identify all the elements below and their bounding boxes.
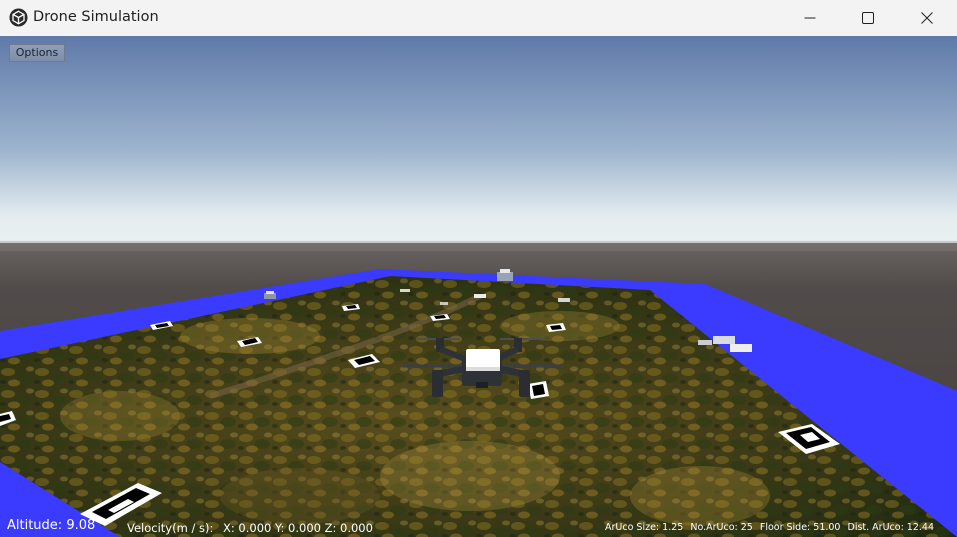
- velocity-readout: Velocity(m / s): X: 0.000 Y: 0.000 Z: 0.…: [127, 521, 373, 535]
- altitude-readout: Altitude: 9.08: [7, 518, 96, 533]
- maximize-icon: [862, 12, 874, 24]
- close-button[interactable]: [904, 0, 950, 36]
- aruco-size-readout: ArUco Size: 1.25: [605, 522, 684, 533]
- window-title: Drone Simulation: [33, 9, 159, 25]
- maximize-button[interactable]: [845, 0, 891, 36]
- minimize-button[interactable]: [787, 0, 833, 36]
- velocity-x: X: 0.000: [223, 521, 272, 535]
- floor-side-readout: Floor Side: 51.00: [759, 522, 841, 533]
- close-icon: [921, 12, 933, 24]
- options-button[interactable]: Options: [9, 44, 65, 62]
- simulation-viewport[interactable]: Options Altitude: 9.08 Velocity(m / s): …: [0, 36, 957, 537]
- aruco-distance-readout: Dist. ArUco: 12.44: [847, 522, 934, 533]
- velocity-z: Z: 0.000: [324, 521, 373, 535]
- window-titlebar[interactable]: Drone Simulation: [0, 0, 957, 36]
- sky: [0, 36, 957, 248]
- aruco-marker: [528, 381, 549, 399]
- simulation-stats: ArUco Size: 1.25 No.ArUco: 25 Floor Side…: [605, 522, 934, 533]
- velocity-y: Y: 0.000: [275, 521, 321, 535]
- unity-cube-icon: [9, 8, 28, 27]
- velocity-label: Velocity(m / s):: [127, 521, 214, 535]
- minimize-icon: [804, 17, 816, 19]
- simulation-scene: [0, 36, 957, 537]
- aruco-count-readout: No.ArUco: 25: [690, 522, 753, 533]
